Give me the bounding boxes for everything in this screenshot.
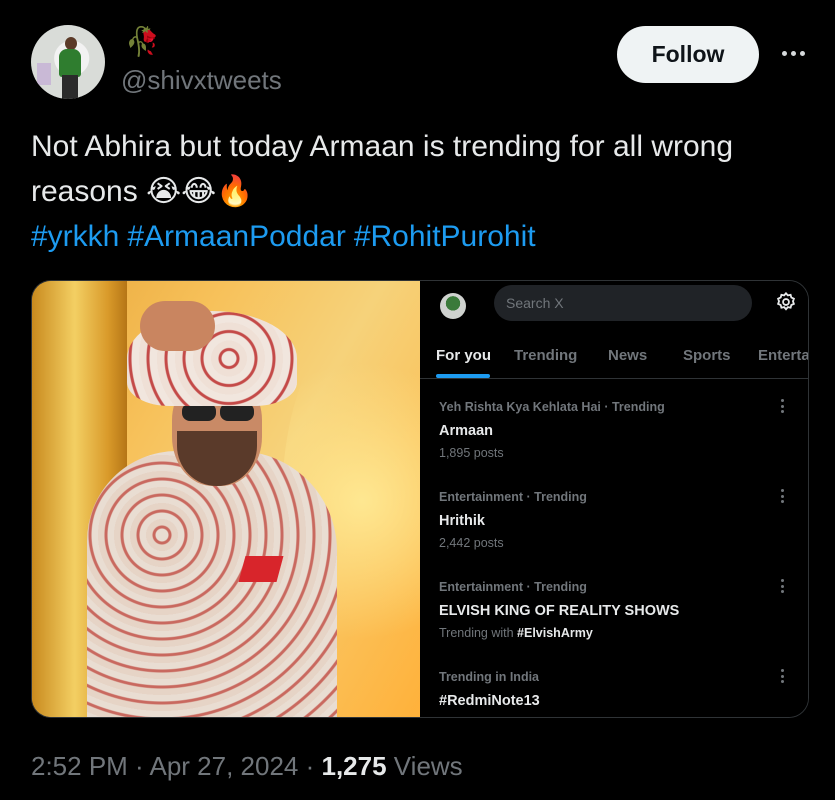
screenshot-search-input: Search X	[494, 285, 752, 321]
trend-context: Yeh Rishta Kya Kehlata Hai · Trending	[439, 400, 665, 414]
photo-embroidered-sherwani	[87, 451, 337, 717]
trend-related-prefix: Trending with	[439, 626, 518, 640]
avatar-person-legs	[62, 75, 78, 99]
tweet-media[interactable]: Search X For you Trending News Sports En…	[31, 280, 809, 718]
trend-context: Entertainment · Trending	[439, 490, 587, 504]
author-avatar[interactable]	[31, 25, 105, 99]
avatar-person-body	[59, 49, 81, 77]
trend-more-icon	[781, 669, 785, 683]
trend-more-icon	[781, 579, 785, 593]
trend-post-count: 1,895 posts	[439, 446, 504, 460]
trend-related-tag: #ElvishArmy	[517, 626, 593, 640]
more-dot-icon	[781, 50, 787, 56]
more-options-button[interactable]	[775, 38, 811, 68]
display-name[interactable]: 🥀	[125, 26, 160, 58]
tab-news: News	[608, 347, 648, 364]
trend-name: Hrithik	[439, 513, 485, 529]
settings-gear-icon	[776, 291, 796, 311]
hashtag-link[interactable]: #yrkkh	[31, 220, 119, 253]
tab-sports: Sports	[683, 347, 731, 364]
trend-context: Entertainment · Trending	[439, 580, 587, 594]
screenshot-tab-bar: For you Trending News Sports Enterta	[420, 339, 809, 379]
tweet-hashtags: #yrkkh #ArmaanPoddar #RohitPurohit	[31, 214, 544, 259]
more-dot-icon	[799, 50, 805, 56]
trend-item: Trending in India #RedmiNote13	[439, 669, 799, 711]
trend-name: ELVISH KING OF REALITY SHOWS	[439, 603, 680, 619]
tab-for-you: For you	[436, 347, 491, 364]
hashtag-link[interactable]: #RohitPurohit	[354, 220, 536, 253]
follow-button[interactable]: Follow	[617, 26, 759, 83]
meta-separator: ·	[127, 751, 150, 781]
meta-separator: ·	[298, 751, 322, 781]
more-dot-icon	[790, 50, 796, 56]
trend-related: Trending with #ElvishArmy	[439, 625, 799, 641]
screenshot-avatar	[440, 293, 466, 319]
trend-item: Yeh Rishta Kya Kehlata Hai · Trending Ar…	[439, 399, 799, 461]
trend-item: Entertainment · Trending Hrithik 2,442 p…	[439, 489, 799, 551]
media-photo[interactable]	[32, 281, 420, 717]
trend-more-icon	[781, 399, 785, 413]
trend-post-count: 2,442 posts	[439, 536, 504, 550]
photo-hand	[140, 301, 215, 351]
tab-trending: Trending	[514, 347, 578, 364]
trend-more-icon	[781, 489, 785, 503]
trend-context: Trending in India	[439, 670, 539, 684]
media-x-screenshot[interactable]: Search X For you Trending News Sports En…	[420, 281, 809, 717]
tweet-date[interactable]: Apr 27, 2024	[150, 751, 299, 781]
tab-entertainment: Enterta	[758, 347, 809, 364]
views-label: Views	[386, 751, 463, 781]
tweet-meta-footer: 2:52 PM · Apr 27, 2024 · 1,275 Views	[31, 748, 463, 784]
trend-item: Entertainment · Trending ELVISH KING OF …	[439, 579, 799, 641]
author-handle[interactable]: @shivxtweets	[121, 64, 282, 96]
views-count: 1,275	[321, 751, 387, 781]
trend-name: #RedmiNote13	[439, 693, 540, 709]
active-tab-indicator	[436, 374, 490, 378]
photo-pocket-square	[238, 556, 284, 582]
tweet-time[interactable]: 2:52 PM	[31, 751, 128, 781]
tweet-text: Not Abhira but today Armaan is trending …	[31, 130, 734, 208]
hashtag-link[interactable]: #ArmaanPoddar	[127, 220, 345, 253]
trend-name: Armaan	[439, 423, 493, 439]
avatar-background-wall	[37, 63, 51, 85]
